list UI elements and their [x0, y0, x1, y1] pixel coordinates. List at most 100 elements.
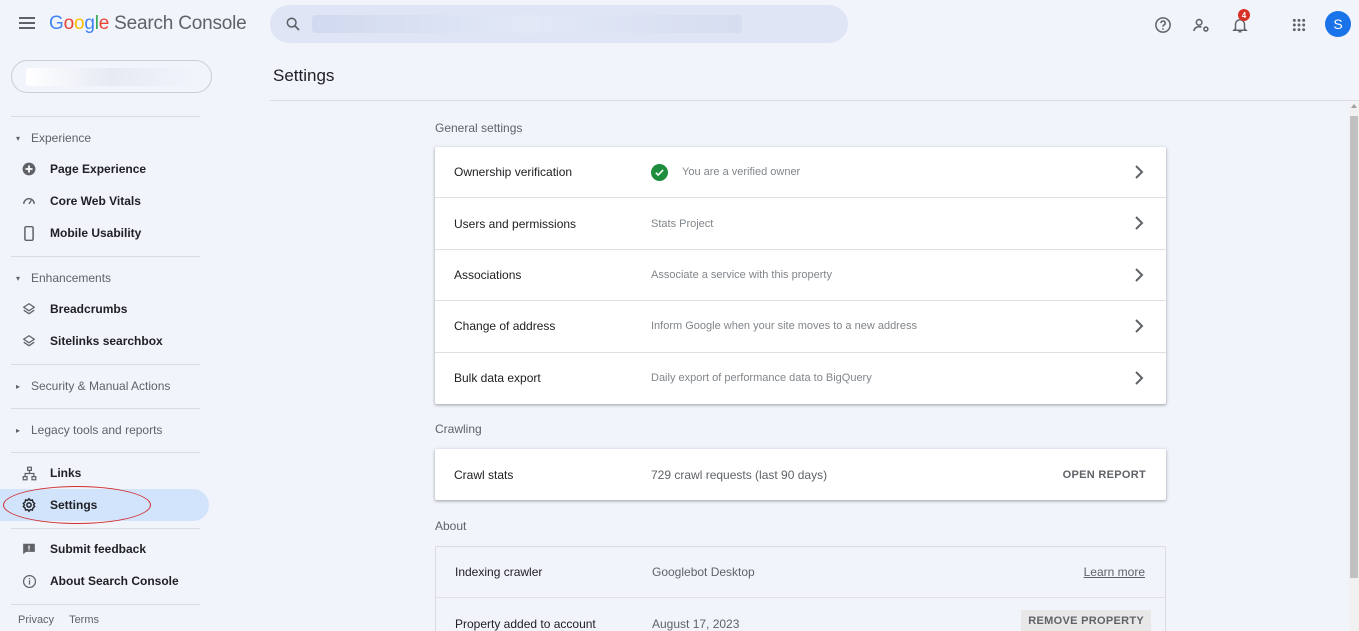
row-label: Users and permissions: [454, 216, 577, 231]
section-label: Experience: [31, 131, 92, 145]
gear-icon: [19, 495, 39, 515]
search-query-redacted: [312, 15, 742, 33]
sidebar-item-label: Sitelinks searchbox: [50, 334, 163, 348]
logo-letter: g: [84, 13, 95, 34]
sidebar-item-page-experience[interactable]: Page Experience: [0, 153, 209, 185]
sidebar-item-label: Breadcrumbs: [50, 302, 128, 316]
settings-row-change-of-address[interactable]: Change of address Inform Google when you…: [435, 301, 1166, 353]
sidebar-item-about[interactable]: About Search Console: [0, 565, 209, 597]
row-value: Inform Google when your site moves to a …: [651, 320, 917, 333]
notification-badge: 4: [1238, 9, 1250, 21]
sidebar-divider: [11, 452, 200, 453]
crawling-heading: Crawling: [435, 422, 482, 436]
settings-row-bulk-data-export[interactable]: Bulk data export Daily export of perform…: [435, 353, 1166, 404]
sidebar-divider: [11, 364, 200, 365]
row-value: Daily export of performance data to BigQ…: [651, 372, 872, 385]
remove-property-button[interactable]: REMOVE PROPERTY: [1021, 610, 1151, 631]
row-label: Associations: [454, 267, 522, 282]
scrollbar-thumb[interactable]: [1350, 116, 1358, 578]
chevron-right-icon: [1135, 216, 1144, 231]
row-value: You are a verified owner: [651, 163, 800, 181]
settings-row-associations[interactable]: Associations Associate a service with th…: [435, 250, 1166, 302]
section-label: Security & Manual Actions: [31, 379, 171, 393]
product-logo[interactable]: Google Search Console: [49, 13, 247, 35]
row-label: Crawl stats: [454, 467, 514, 482]
sidebar-item-label: Links: [50, 466, 82, 480]
sidebar-item-settings[interactable]: Settings: [0, 489, 209, 521]
chevron-right-icon: [1135, 165, 1144, 179]
menu-icon[interactable]: [17, 15, 37, 35]
row-value: Associate a service with this property: [651, 268, 832, 281]
page-title: Settings: [273, 66, 335, 85]
section-header-legacy[interactable]: ▸ Legacy tools and reports: [16, 423, 162, 437]
top-app-bar: Google Search Console 4 S: [0, 0, 1359, 50]
row-label: Bulk data export: [454, 371, 541, 386]
sidebar-item-label: Mobile Usability: [50, 226, 142, 240]
apps-grid-icon[interactable]: [1288, 14, 1310, 36]
learn-more-link[interactable]: Learn more: [1084, 565, 1145, 579]
general-settings-card: Ownership verification You are a verifie…: [435, 147, 1166, 404]
sidebar-item-label: Settings: [50, 498, 98, 512]
sidebar-divider: [11, 528, 200, 529]
property-selector[interactable]: [11, 60, 212, 93]
sidebar-item-submit-feedback[interactable]: Submit feedback: [0, 533, 209, 565]
search-icon: [286, 17, 300, 31]
logo-letter: G: [49, 13, 64, 34]
collapse-triangle-icon: ▾: [16, 273, 21, 283]
sidebar-item-links[interactable]: Links: [0, 457, 209, 489]
feedback-icon: [19, 539, 39, 559]
about-heading: About: [435, 519, 467, 533]
section-header-experience[interactable]: ▾ Experience: [16, 131, 91, 145]
chevron-right-icon: [1135, 370, 1144, 385]
settings-row-ownership-verification[interactable]: Ownership verification You are a verifie…: [435, 147, 1166, 199]
sidebar-item-breadcrumbs[interactable]: Breadcrumbs: [0, 293, 209, 325]
sidebar-divider: [11, 408, 200, 409]
sidebar-item-mobile-usability[interactable]: Mobile Usability: [0, 217, 209, 249]
settings-row-users-and-permissions[interactable]: Users and permissions Stats Project: [435, 198, 1166, 250]
product-name: Search Console: [114, 13, 247, 34]
section-header-security[interactable]: ▸ Security & Manual Actions: [16, 379, 170, 393]
crawling-card: Crawl stats 729 crawl requests (last 90 …: [435, 449, 1166, 501]
general-settings-heading: General settings: [435, 121, 523, 135]
expand-triangle-icon: ▸: [16, 425, 21, 435]
row-value: August 17, 2023: [652, 617, 740, 631]
sidebar-divider: [11, 116, 200, 117]
chevron-right-icon: [1135, 319, 1144, 333]
section-label: Enhancements: [31, 271, 112, 285]
about-row-property-added: Property added to account August 17, 202…: [436, 598, 1165, 631]
sitemap-icon: [19, 463, 39, 483]
sidebar-item-core-web-vitals[interactable]: Core Web Vitals: [0, 185, 209, 217]
sidebar-divider: [11, 256, 200, 257]
open-report-button[interactable]: OPEN REPORT: [1063, 469, 1146, 481]
sidebar-divider: [11, 604, 200, 605]
collapse-triangle-icon: ▾: [16, 133, 21, 143]
about-card: Indexing crawler Googlebot Desktop Learn…: [435, 546, 1166, 631]
vertical-scrollbar[interactable]: [1349, 102, 1359, 631]
phone-icon: [19, 223, 39, 243]
search-input[interactable]: [270, 5, 848, 43]
sidebar-item-label: About Search Console: [50, 574, 179, 588]
privacy-link[interactable]: Privacy: [18, 614, 54, 626]
row-value: Googlebot Desktop: [652, 565, 755, 580]
sidebar-item-sitelinks-searchbox[interactable]: Sitelinks searchbox: [0, 325, 209, 357]
row-value: Stats Project: [651, 217, 714, 230]
terms-link[interactable]: Terms: [69, 614, 99, 626]
page-title-divider: [270, 100, 1359, 101]
section-header-enhancements[interactable]: ▾ Enhancements: [16, 271, 111, 285]
account-avatar[interactable]: S: [1325, 11, 1351, 37]
manage-users-icon[interactable]: [1190, 14, 1212, 36]
layers-icon: [19, 299, 39, 319]
expand-triangle-icon: ▸: [16, 381, 21, 391]
settings-row-crawl-stats[interactable]: Crawl stats 729 crawl requests (last 90 …: [435, 449, 1166, 500]
sidebar-item-label: Submit feedback: [50, 542, 147, 556]
logo-letter: o: [73, 13, 85, 34]
crawl-requests-count: 729 crawl requests (last 90 days): [651, 467, 828, 482]
logo-letter: o: [63, 13, 75, 34]
row-label: Property added to account: [455, 617, 596, 631]
speedometer-icon: [19, 191, 39, 211]
scroll-up-arrow-icon[interactable]: [1351, 104, 1357, 108]
help-icon[interactable]: [1152, 14, 1174, 36]
sidebar-item-label: Page Experience: [50, 162, 147, 176]
notifications-icon[interactable]: 4: [1229, 9, 1251, 36]
about-row-indexing-crawler: Indexing crawler Googlebot Desktop Learn…: [436, 547, 1165, 599]
